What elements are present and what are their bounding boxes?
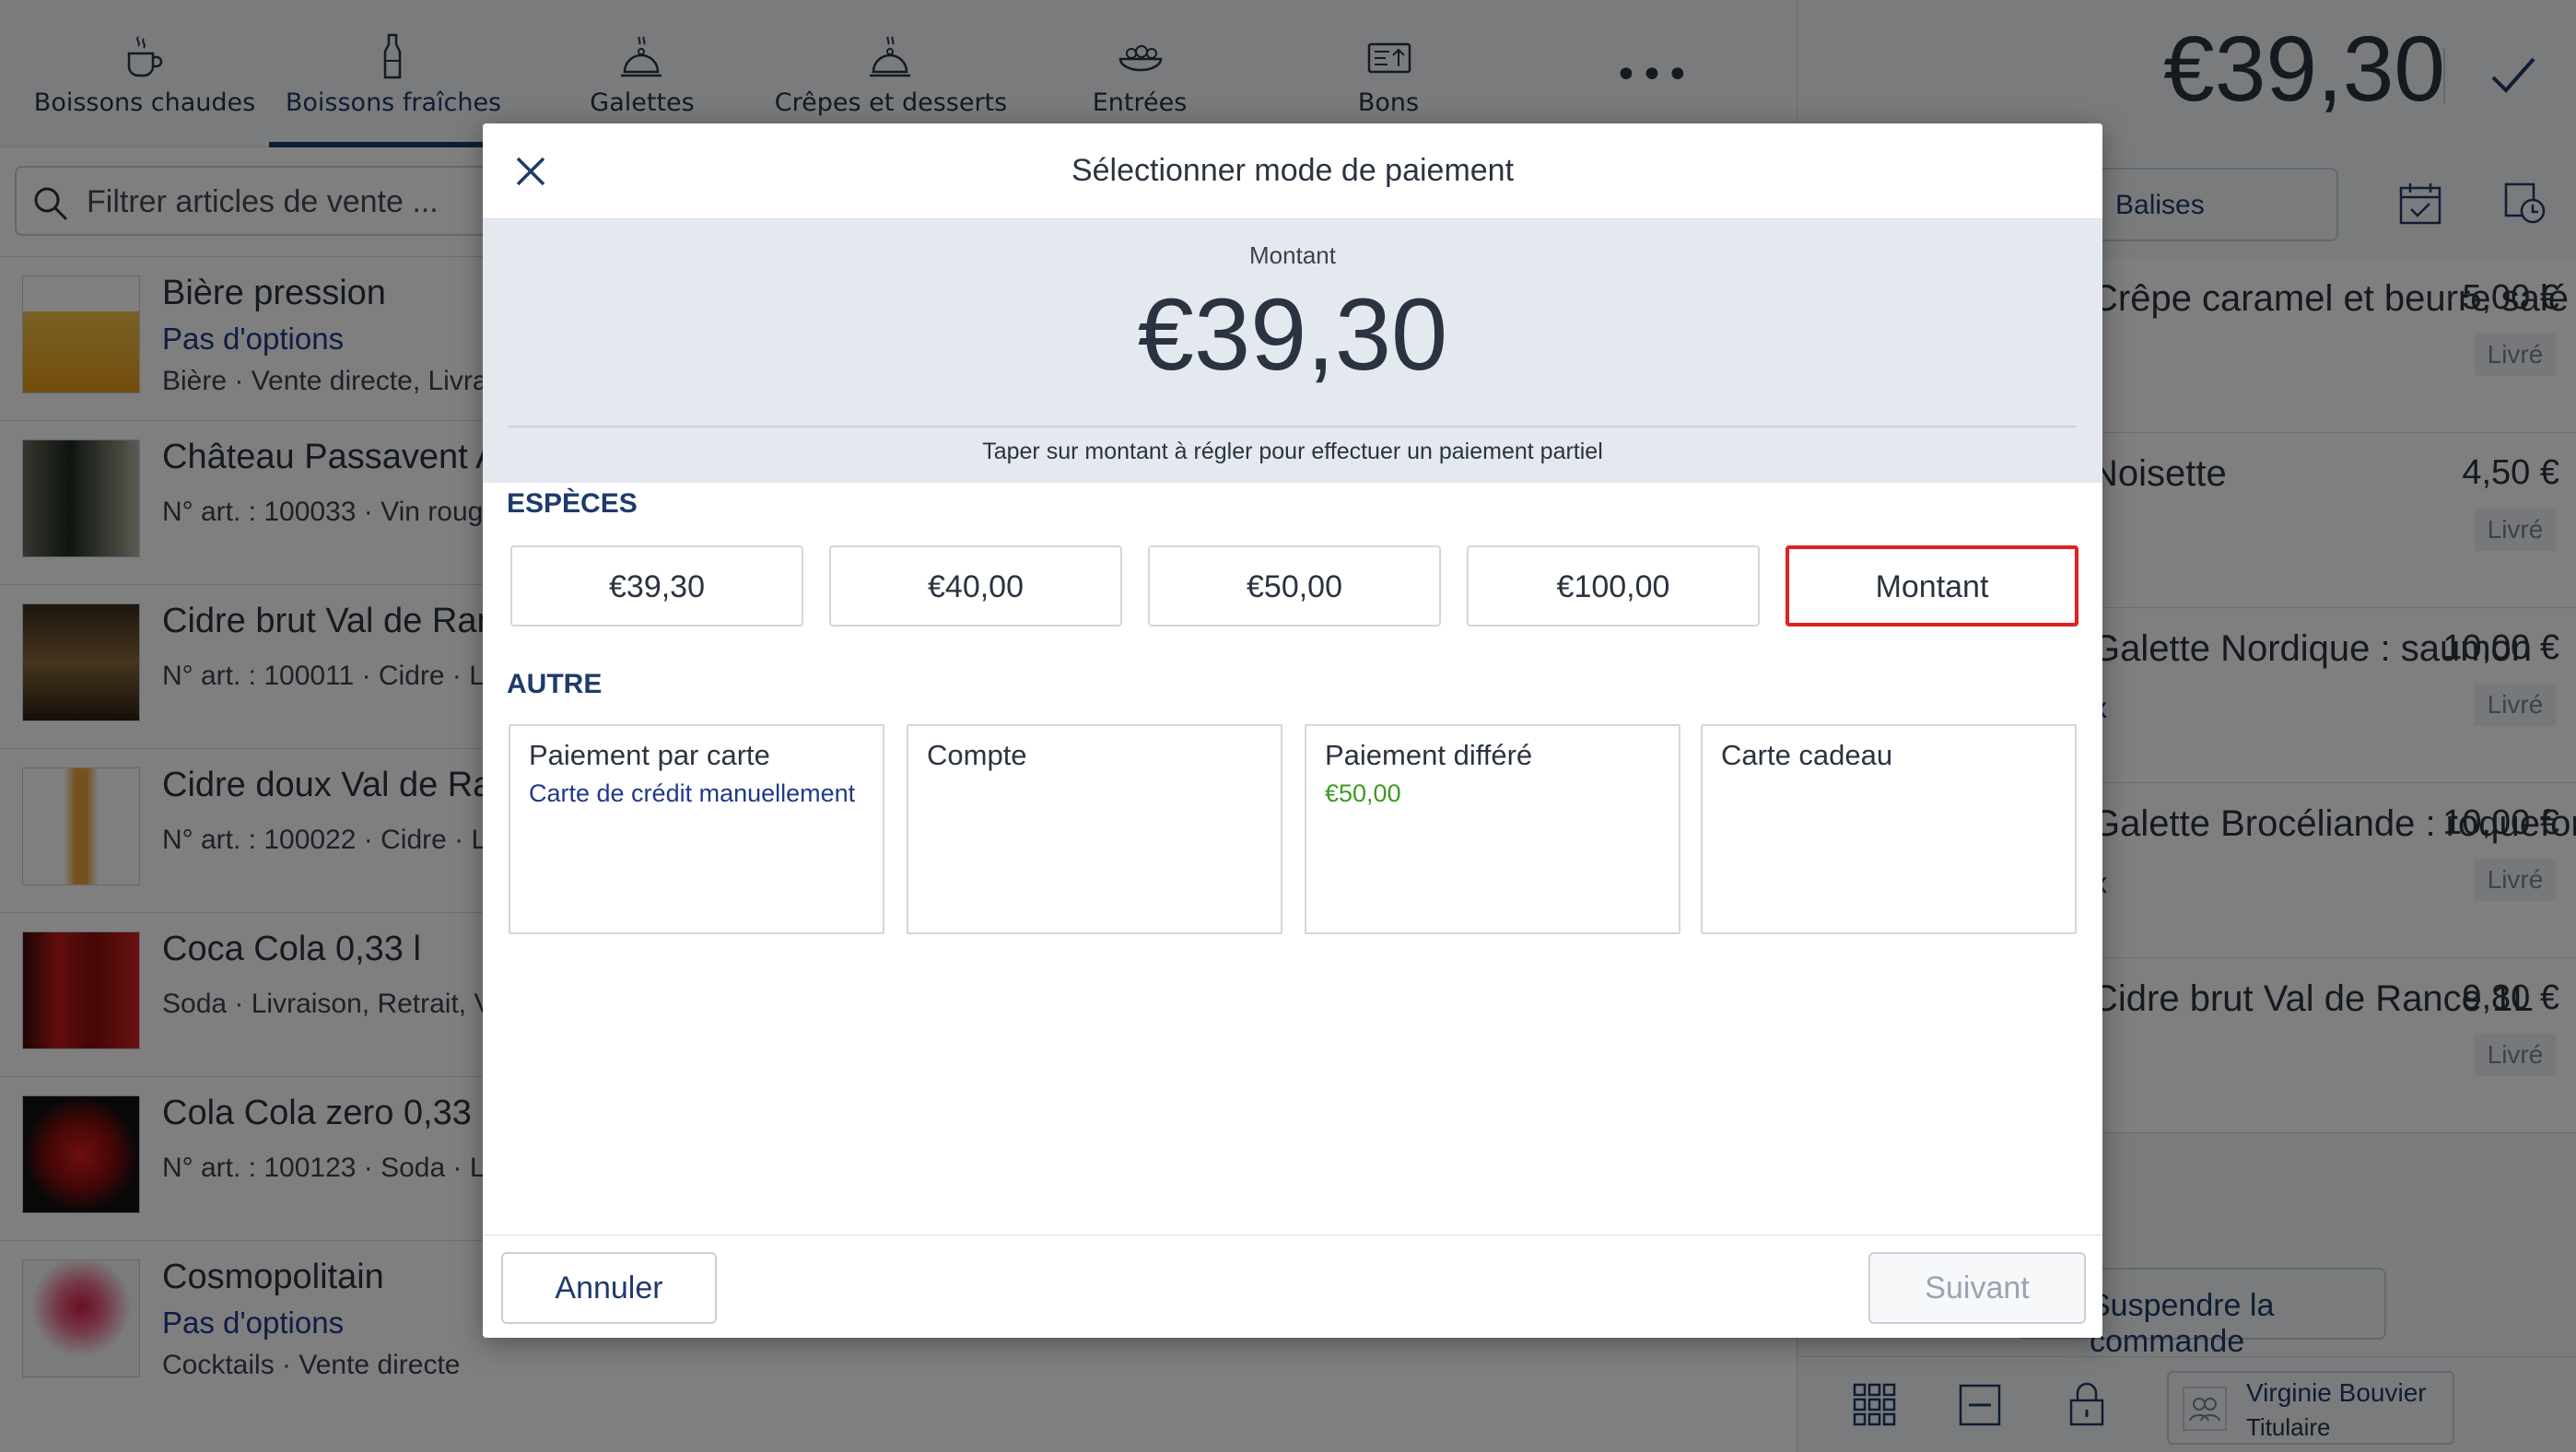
payment-option-title: Paiement différé	[1325, 739, 1533, 771]
payment-option-title: Compte	[927, 739, 1027, 771]
amount-value[interactable]: €39,30	[483, 276, 2102, 393]
dialog-footer: Annuler Suivant	[483, 1235, 2102, 1338]
next-button[interactable]: Suivant	[1868, 1252, 2086, 1324]
custom-amount-button[interactable]: Montant	[1786, 545, 2078, 626]
other-section-title: AUTRE	[507, 669, 603, 699]
payment-option-card[interactable]: Paiement par carte Carte de crédit manue…	[509, 724, 884, 934]
payment-option-subtitle: €50,00	[1325, 779, 1401, 807]
payment-option-deferred[interactable]: Paiement différé €50,00	[1305, 724, 1680, 934]
payment-option-subtitle: Carte de crédit manuellement	[529, 779, 856, 807]
cash-section-title: ESPÈCES	[507, 488, 638, 519]
payment-option-title: Carte cadeau	[1721, 739, 1893, 771]
amount-panel: Montant €39,30 Taper sur montant à régle…	[483, 219, 2102, 483]
dialog-header: Sélectionner mode de paiement	[483, 123, 2102, 219]
dialog-title: Sélectionner mode de paiement	[1071, 153, 1515, 188]
amount-label: Montant	[1249, 241, 1336, 269]
cash-option-button[interactable]: €100,00	[1467, 545, 1760, 626]
payment-option-title: Paiement par carte	[529, 739, 770, 771]
payment-option-account[interactable]: Compte	[907, 724, 1282, 934]
divider	[509, 426, 2077, 427]
cancel-button[interactable]: Annuler	[501, 1252, 717, 1324]
cash-option-button[interactable]: €50,00	[1148, 545, 1441, 626]
payment-option-gift-card[interactable]: Carte cadeau	[1701, 724, 2077, 934]
cash-option-button[interactable]: €40,00	[829, 545, 1122, 626]
app-root: Boissons chaudes Boissons fraîches Galet…	[0, 0, 2576, 1452]
amount-hint: Taper sur montant à régler pour effectue…	[982, 439, 1603, 464]
payment-method-dialog: Sélectionner mode de paiement Montant €3…	[483, 123, 2102, 1338]
cash-option-button[interactable]: €39,30	[510, 545, 803, 626]
